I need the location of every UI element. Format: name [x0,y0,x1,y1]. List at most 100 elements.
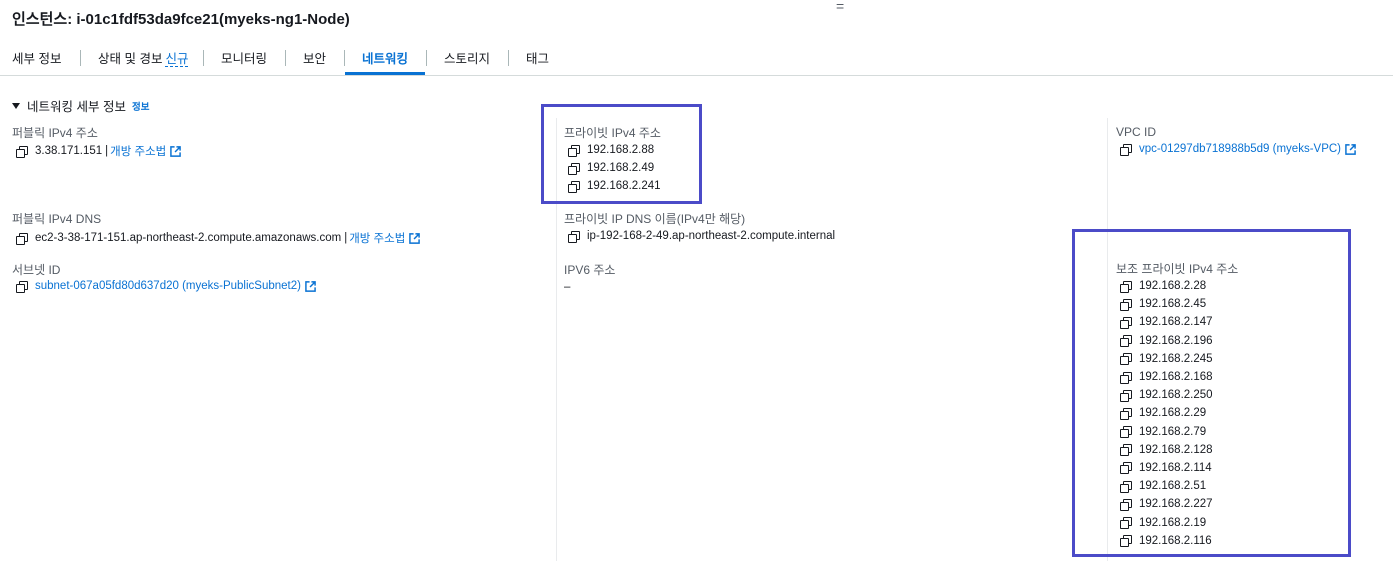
ip-text: 192.168.2.168 [1139,371,1213,384]
copy-icon[interactable] [1120,480,1132,493]
private-dns-value: ip-192-168-2-49.ap-northeast-2.compute.i… [568,230,836,243]
list-item: 192.168.2.128 [1120,441,1213,459]
copy-icon[interactable] [568,230,580,243]
open-address-link[interactable]: 개방 주소법 [110,143,166,159]
tab-tags[interactable]: 태그 [526,48,549,67]
list-item: 192.168.2.114 [1120,459,1213,477]
external-link-icon[interactable] [1345,143,1356,155]
ip-text: 192.168.2.196 [1139,334,1213,347]
copy-icon[interactable] [16,280,28,293]
list-item: 192.168.2.245 [1120,350,1213,368]
list-item: 192.168.2.49 [568,159,661,177]
caret-down-icon [12,102,20,109]
tab-divider [426,50,427,66]
copy-icon[interactable] [1120,371,1132,384]
copy-icon[interactable] [1120,517,1132,530]
private-ipv4-label: 프라이빗 IPv4 주소 [564,126,661,140]
networking-details-header[interactable]: 네트워킹 세부 정보 정보 [12,96,149,115]
ip-text: 192.168.2.227 [1139,498,1213,511]
copy-icon[interactable] [568,180,580,193]
public-dns-value: ec2-3-38-171-151.ap-northeast-2.compute.… [16,230,421,246]
list-item: 192.168.2.19 [1120,513,1213,531]
ip-text: 192.168.2.49 [587,162,655,175]
info-link[interactable]: 정보 [132,99,149,113]
public-ipv4-text: 3.38.171.151 [35,145,103,157]
copy-icon[interactable] [1120,298,1132,311]
list-item: 192.168.2.116 [1120,532,1213,550]
external-link-icon[interactable] [170,145,182,157]
public-dns-label: 퍼블릭 IPv4 DNS [12,212,102,226]
public-ipv4-value: 3.38.171.151 | 개방 주소법 [16,143,182,159]
tab-monitoring[interactable]: 모니터링 [221,48,267,67]
subnet-label: 서브넷 ID [12,263,61,277]
ip-text: 192.168.2.51 [1139,480,1207,493]
drag-handle-icon[interactable]: = [836,0,844,14]
public-ipv4-label: 퍼블릭 IPv4 주소 [12,126,98,140]
private-ipv4-list: 192.168.2.88 192.168.2.49 192.168.2.241 [568,141,661,196]
tab-divider [508,50,509,66]
tab-divider [80,50,81,66]
tab-divider [344,50,345,66]
page-title: 인스턴스: i-01c1fdf53da9fce21(myeks-ng1-Node… [12,11,350,28]
list-item: 192.168.2.241 [568,177,661,195]
ip-text: 192.168.2.19 [1139,516,1207,529]
list-item: 192.168.2.250 [1120,386,1213,404]
list-item: 192.168.2.51 [1120,477,1213,495]
private-dns-text: ip-192-168-2-49.ap-northeast-2.compute.i… [587,230,836,242]
copy-icon[interactable] [1120,280,1132,293]
copy-icon[interactable] [1120,335,1132,348]
public-dns-text: ec2-3-38-171-151.ap-northeast-2.compute.… [35,232,342,244]
vpc-label: VPC ID [1116,125,1157,139]
separator: | [105,145,109,157]
ip-text: 192.168.2.114 [1139,461,1212,474]
ipv6-value: – [564,281,571,293]
copy-icon[interactable] [1120,444,1132,457]
external-link-icon[interactable] [305,280,316,292]
ip-text: 192.168.2.45 [1139,298,1207,311]
copy-icon[interactable] [1120,407,1132,420]
list-item: 192.168.2.168 [1120,368,1213,386]
tab-networking[interactable]: 네트워킹 [362,48,408,67]
vpc-value: vpc-01297db718988b5d9 (myeks-VPC) [1120,143,1356,156]
copy-icon[interactable] [1120,498,1132,511]
ip-text: 192.168.2.147 [1139,316,1213,329]
tab-security[interactable]: 보안 [303,48,326,67]
copy-icon[interactable] [1120,143,1132,156]
list-item: 192.168.2.29 [1120,404,1213,422]
new-badge: 신규 [165,52,189,67]
copy-icon[interactable] [1120,462,1132,475]
secondary-ipv4-list: 192.168.2.28 192.168.2.45 192.168.2.147 … [1120,277,1213,550]
list-item: 192.168.2.147 [1120,313,1213,331]
open-address-link[interactable]: 개방 주소법 [349,230,405,246]
ip-text: 192.168.2.88 [587,144,655,157]
subnet-value: subnet-067a05fd80d637d20 (myeks-PublicSu… [16,280,316,293]
secondary-ipv4-label: 보조 프라이빗 IPv4 주소 [1116,262,1239,276]
ip-text: 192.168.2.241 [587,180,661,193]
copy-icon[interactable] [568,144,580,157]
copy-icon[interactable] [568,162,580,175]
separator: | [344,232,348,244]
copy-icon[interactable] [1120,535,1132,548]
tab-status-alarms[interactable]: 상태 및 경보 신규 [98,48,189,67]
copy-icon[interactable] [1120,426,1132,439]
copy-icon[interactable] [1120,353,1132,366]
tab-storage[interactable]: 스토리지 [444,48,490,67]
ip-text: 192.168.2.116 [1139,534,1212,547]
list-item: 192.168.2.227 [1120,495,1213,513]
copy-icon[interactable] [1120,316,1132,329]
subnet-link[interactable]: subnet-067a05fd80d637d20 (myeks-PublicSu… [35,280,301,292]
ip-text: 192.168.2.28 [1139,280,1207,293]
tab-details[interactable]: 세부 정보 [12,48,61,67]
list-item: 192.168.2.88 [568,141,661,159]
section-title: 네트워킹 세부 정보 [27,100,126,114]
external-link-icon[interactable] [409,232,421,244]
copy-icon[interactable] [16,145,28,158]
copy-icon[interactable] [16,232,28,245]
ip-text: 192.168.2.250 [1139,389,1213,402]
list-item: 192.168.2.196 [1120,332,1213,350]
ip-text: 192.168.2.79 [1139,425,1207,438]
active-tab-indicator [345,72,425,75]
list-item: 192.168.2.28 [1120,277,1213,295]
copy-icon[interactable] [1120,389,1132,402]
vpc-link[interactable]: vpc-01297db718988b5d9 (myeks-VPC) [1139,143,1341,155]
